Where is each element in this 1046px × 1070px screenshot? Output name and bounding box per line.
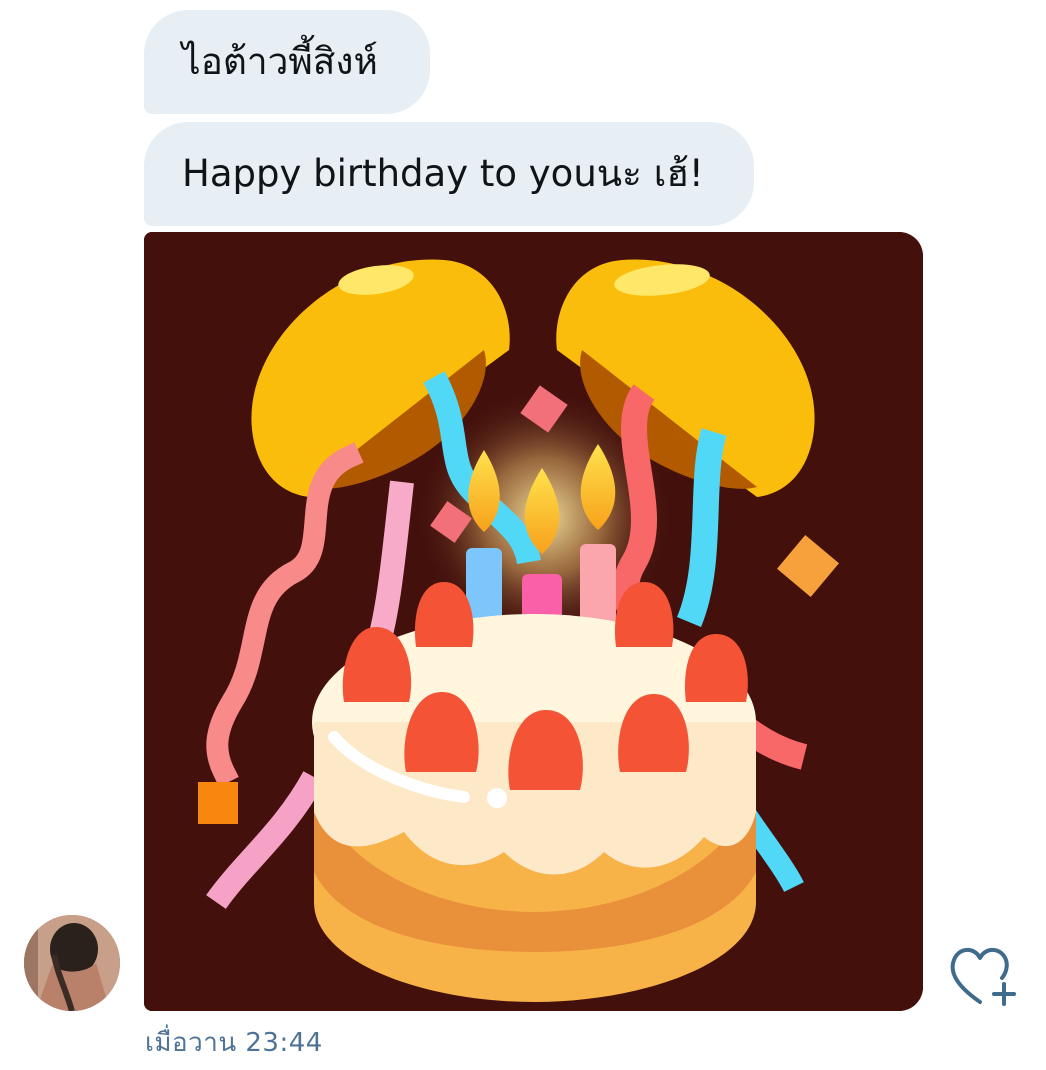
add-reaction-button[interactable] xyxy=(944,940,1020,1010)
heart-plus-icon xyxy=(950,948,1016,1006)
message-bubble[interactable]: ไอต้าวพี้สิงห์ xyxy=(144,10,430,114)
message-thread: ไอต้าวพี้สิงห์ Happy birthday to youนะ เ… xyxy=(0,0,1046,1070)
birthday-sticker-image[interactable] xyxy=(144,232,923,1011)
message-timestamp: เมื่อวาน 23:44 xyxy=(145,1028,323,1058)
message-text: Happy birthday to youนะ เฮ้! xyxy=(182,151,704,195)
avatar-photo-icon xyxy=(24,915,120,1011)
birthday-cake-icon xyxy=(144,232,923,1011)
user-avatar[interactable] xyxy=(24,915,120,1011)
message-text: ไอต้าวพี้สิงห์ xyxy=(182,39,378,83)
message-bubble[interactable]: Happy birthday to youนะ เฮ้! xyxy=(144,122,754,226)
